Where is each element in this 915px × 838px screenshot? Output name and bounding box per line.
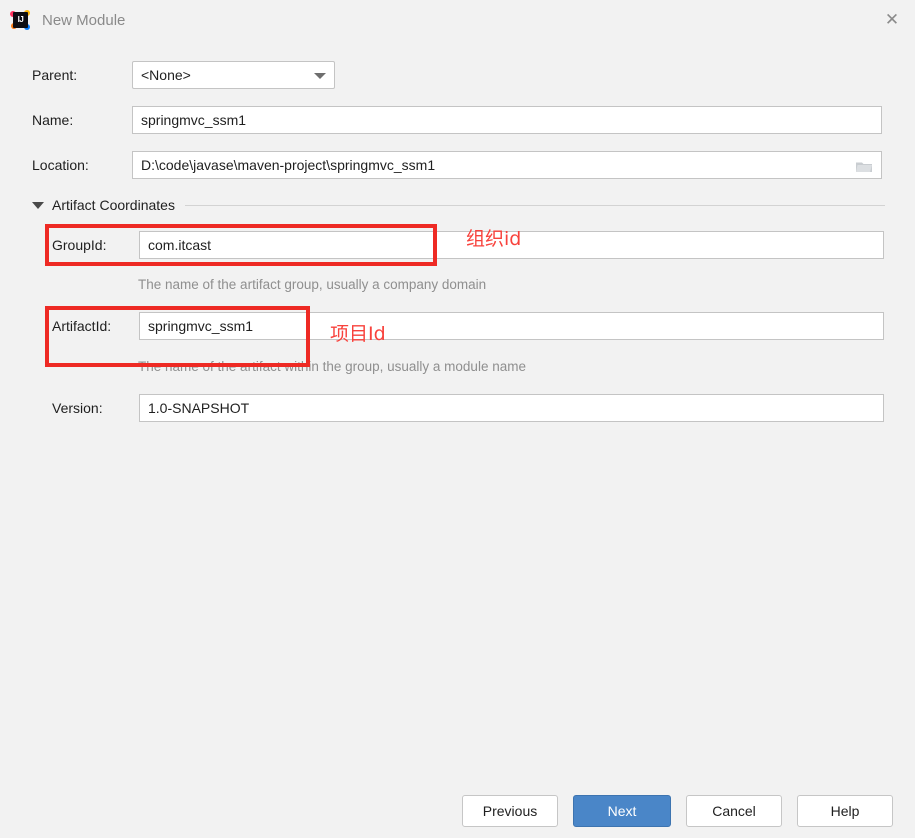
triangle-down-icon[interactable]: [32, 201, 44, 209]
location-input[interactable]: D:\code\javase\maven-project\springmvc_s…: [132, 151, 882, 179]
groupid-label: GroupId:: [52, 237, 107, 253]
intellij-idea-icon: IJ: [10, 10, 30, 30]
next-button[interactable]: Next: [573, 795, 671, 827]
window-title: New Module: [42, 11, 126, 29]
version-input[interactable]: 1.0-SNAPSHOT: [139, 394, 884, 422]
previous-button[interactable]: Previous: [462, 795, 558, 827]
parent-combo[interactable]: <None>: [132, 61, 335, 89]
groupid-hint: The name of the artifact group, usually …: [138, 277, 487, 292]
artifact-coordinates-section-header[interactable]: Artifact Coordinates: [32, 195, 885, 215]
parent-row: Parent: <None>: [32, 60, 885, 90]
artifactid-annotation-text: 项目Id: [330, 323, 386, 345]
app-icon-text: IJ: [17, 15, 24, 24]
artifactid-row: ArtifactId: springmvc_ssm1: [52, 311, 885, 341]
close-icon[interactable]: ✕: [869, 0, 915, 40]
chevron-down-icon[interactable]: [314, 73, 326, 79]
name-label: Name:: [32, 112, 74, 128]
location-input-value: D:\code\javase\maven-project\springmvc_s…: [141, 157, 436, 173]
artifactid-input[interactable]: springmvc_ssm1: [139, 312, 884, 340]
location-label: Location:: [32, 157, 89, 173]
version-row: Version: 1.0-SNAPSHOT: [52, 393, 885, 423]
name-row: Name: springmvc_ssm1: [32, 105, 885, 135]
window-titlebar: IJ New Module: [0, 0, 915, 40]
name-input[interactable]: springmvc_ssm1: [132, 106, 882, 134]
cancel-button[interactable]: Cancel: [686, 795, 782, 827]
groupid-annotation-text: 组织id: [466, 228, 522, 250]
artifactid-hint: The name of the artifact within the grou…: [138, 359, 526, 374]
artifactid-label: ArtifactId:: [52, 318, 112, 334]
version-label: Version:: [52, 400, 103, 416]
section-title: Artifact Coordinates: [52, 197, 175, 213]
location-row: Location: D:\code\javase\maven-project\s…: [32, 150, 885, 180]
help-button[interactable]: Help: [797, 795, 893, 827]
section-divider: [184, 204, 885, 206]
folder-icon[interactable]: [853, 157, 875, 175]
dialog-button-bar: Previous Next Cancel Help: [0, 795, 915, 831]
parent-label: Parent:: [32, 67, 78, 83]
parent-combo-value: <None>: [141, 67, 191, 83]
